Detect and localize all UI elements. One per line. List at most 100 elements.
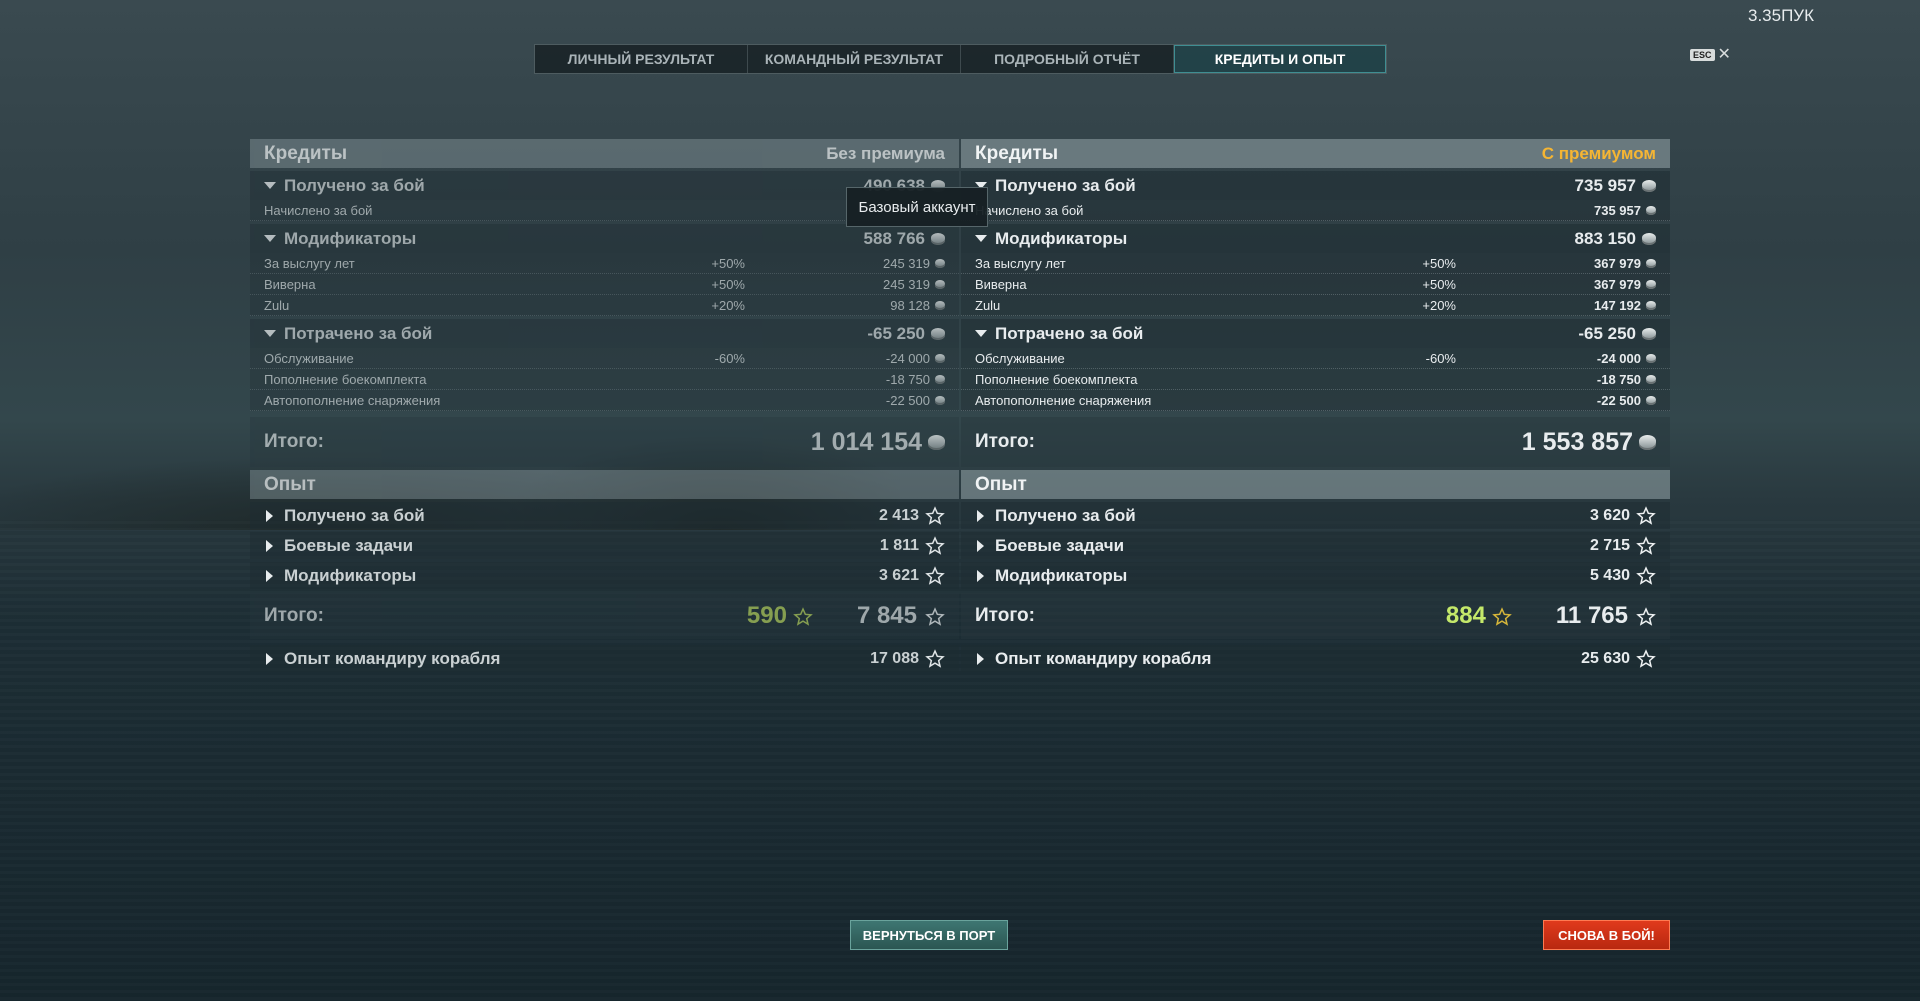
item-percent: +50% xyxy=(711,276,745,292)
xp-label: Опыт командиру корабля xyxy=(995,648,1212,668)
xp-label: Боевые задачи xyxy=(284,535,414,555)
credits-icon xyxy=(1646,395,1656,405)
xp-earned-row[interactable]: Получено за бой 2 413 xyxy=(250,502,959,529)
item-value: -18 750 xyxy=(1596,371,1641,387)
xp-total: Итого: 884 11 765 xyxy=(961,593,1670,639)
xp-missions-row[interactable]: Боевые задачи 2 715 xyxy=(961,532,1670,559)
star-icon xyxy=(925,535,945,556)
item-value: -22 500 xyxy=(1596,392,1641,408)
star-icon xyxy=(1636,505,1656,526)
xp-value: 25 630 xyxy=(1581,649,1630,667)
list-item: Автопополнение снаряжения -22 500 xyxy=(961,390,1670,411)
item-value: 98 128 xyxy=(890,297,930,313)
xp-earned-row[interactable]: Получено за бой 3 620 xyxy=(961,502,1670,529)
item-label: Виверна xyxy=(264,276,316,292)
item-label: Zulu xyxy=(975,297,1001,313)
commander-xp-row[interactable]: Опыт командиру корабля 17 088 xyxy=(250,645,959,672)
item-value: -22 500 xyxy=(885,392,930,408)
account-type-label: С премиумом xyxy=(1541,143,1656,163)
item-label: Начислено за бой xyxy=(264,202,373,218)
total-xp-value: 7 845 xyxy=(857,602,945,630)
xp-title: Опыт xyxy=(975,473,1027,495)
xp-modifiers-row[interactable]: Модификаторы 5 430 xyxy=(961,562,1670,589)
list-item: За выслугу лет +50% 367 979 xyxy=(961,253,1670,274)
star-icon xyxy=(925,565,945,586)
item-percent: +20% xyxy=(711,297,745,313)
chevron-right-icon xyxy=(266,509,273,522)
item-label: Автопополнение снаряжения xyxy=(975,392,1152,408)
list-item: Автопополнение снаряжения -22 500 xyxy=(250,390,959,411)
tab-detailed-report[interactable]: ПОДРОБНЫЙ ОТЧЁТ xyxy=(961,45,1174,73)
credits-icon xyxy=(1646,279,1656,289)
section-label: Модификаторы xyxy=(995,228,1128,248)
column-with-premium: Кредиты С премиумом Получено за бой 735 … xyxy=(961,139,1670,672)
item-label: Обслуживание xyxy=(264,350,354,366)
spent-section[interactable]: Потрачено за бой -65 250 xyxy=(961,319,1670,348)
item-label: Автопополнение снаряжения xyxy=(264,392,441,408)
chevron-down-icon xyxy=(975,330,987,337)
credits-icon xyxy=(931,327,945,340)
spent-section[interactable]: Потрачено за бой -65 250 xyxy=(250,319,959,348)
credits-icon xyxy=(1646,258,1656,268)
star-icon xyxy=(1636,648,1656,669)
tab-personal-result[interactable]: ЛИЧНЫЙ РЕЗУЛЬТАТ xyxy=(535,45,748,73)
chevron-right-icon xyxy=(266,652,273,665)
section-value: 883 150 xyxy=(1574,228,1636,248)
item-label: Обслуживание xyxy=(975,350,1065,366)
chevron-right-icon xyxy=(266,569,273,582)
credits-icon xyxy=(1646,353,1656,363)
section-label: Модификаторы xyxy=(284,228,417,248)
section-label: Получено за бой xyxy=(995,175,1136,195)
credits-icon xyxy=(931,232,945,245)
return-to-port-button[interactable]: ВЕРНУТЬСЯ В ПОРТ xyxy=(850,920,1008,950)
section-value: -65 250 xyxy=(1578,323,1636,343)
credits-icon xyxy=(928,434,945,450)
xp-header: Опыт xyxy=(250,470,959,499)
xp-value: 5 430 xyxy=(1589,566,1630,584)
xp-label: Опыт командиру корабля xyxy=(284,648,501,668)
ping-indicator: 3.35ПУК xyxy=(1747,6,1814,25)
chevron-down-icon xyxy=(264,235,276,242)
result-tabs: ЛИЧНЫЙ РЕЗУЛЬТАТ КОМАНДНЫЙ РЕЗУЛЬТАТ ПОД… xyxy=(534,44,1387,74)
credits-icon xyxy=(1642,179,1656,192)
item-value: 147 192 xyxy=(1594,297,1641,313)
xp-label: Получено за бой xyxy=(995,505,1136,525)
free-xp-value: 884 xyxy=(1446,602,1512,630)
battle-again-button[interactable]: СНОВА В БОЙ! xyxy=(1543,920,1670,950)
item-value: 367 979 xyxy=(1594,255,1641,271)
star-icon xyxy=(925,606,945,626)
section-value: -65 250 xyxy=(867,323,925,343)
modifiers-section[interactable]: Модификаторы 883 150 xyxy=(961,224,1670,253)
xp-value: 3 621 xyxy=(878,566,919,584)
credits-total: Итого: 1 014 154 xyxy=(250,417,959,467)
star-icon xyxy=(925,648,945,669)
total-value: 1 014 154 xyxy=(810,427,922,456)
earned-section[interactable]: Получено за бой 735 957 xyxy=(961,171,1670,200)
item-label: За выслугу лет xyxy=(975,255,1066,271)
credits-total: Итого: 1 553 857 xyxy=(961,417,1670,467)
item-percent: +50% xyxy=(711,255,745,271)
list-item: За выслугу лет +50% 245 319 xyxy=(250,253,959,274)
close-button[interactable]: ESC ✕ xyxy=(1690,47,1731,63)
tab-credits-and-xp[interactable]: КРЕДИТЫ И ОПЫТ xyxy=(1174,45,1386,73)
esc-key-icon: ESC xyxy=(1690,49,1715,61)
list-item: Zulu +20% 147 192 xyxy=(961,295,1670,316)
xp-missions-row[interactable]: Боевые задачи 1 811 xyxy=(250,532,959,559)
item-label: Zulu xyxy=(264,297,290,313)
xp-value: 2 715 xyxy=(1589,536,1630,554)
list-item: Виверна +50% 245 319 xyxy=(250,274,959,295)
modifiers-section[interactable]: Модификаторы 588 766 xyxy=(250,224,959,253)
xp-label: Модификаторы xyxy=(284,565,417,585)
commander-xp-row[interactable]: Опыт командиру корабля 25 630 xyxy=(961,645,1670,672)
xp-modifiers-row[interactable]: Модификаторы 3 621 xyxy=(250,562,959,589)
chevron-right-icon xyxy=(977,569,984,582)
credits-header: Кредиты Без премиума xyxy=(250,139,959,168)
total-value: 1 553 857 xyxy=(1521,427,1633,456)
xp-total: Итого: 590 7 845 xyxy=(250,593,959,639)
credits-icon xyxy=(935,300,945,310)
item-label: Виверна xyxy=(975,276,1027,292)
chevron-right-icon xyxy=(977,652,984,665)
tab-team-result[interactable]: КОМАНДНЫЙ РЕЗУЛЬТАТ xyxy=(748,45,961,73)
account-tooltip: Базовый аккаунт xyxy=(846,187,988,227)
item-label: Пополнение боекомплекта xyxy=(975,371,1138,387)
